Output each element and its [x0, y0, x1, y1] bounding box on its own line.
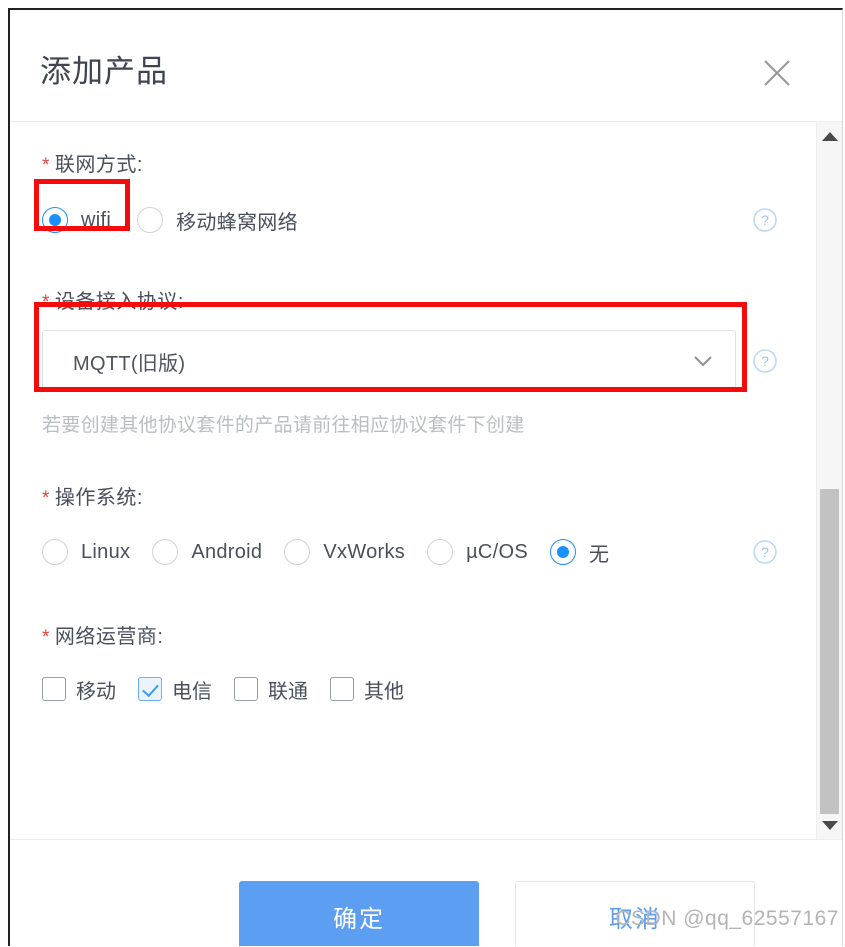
field-label-operating-system: * 操作系统: [42, 487, 143, 509]
caret-down-icon[interactable] [817, 813, 842, 837]
scrollbar-thumb[interactable] [820, 489, 839, 814]
radio-dot-icon [42, 539, 68, 565]
radio-label: wifi [81, 208, 112, 231]
checkbox-label: 其他 [364, 680, 404, 703]
form-scrollbar[interactable] [816, 122, 842, 839]
page-title: 添加产品 [40, 54, 168, 89]
field-label-device-protocol: * 设备接入协议: [42, 291, 184, 313]
checkbox-box-icon [330, 677, 354, 701]
dialog-body: * 联网方式: wifi 移动蜂窝网络 ? * 设备接入协议: MQTT(旧版)… [10, 122, 842, 839]
radio-os-linux[interactable]: Linux [42, 539, 130, 565]
field-operating-system: * 操作系统: Linux Android VxWorks µC/OS 无 ? [10, 481, 816, 582]
checkbox-box-icon [42, 677, 66, 701]
radio-os-vxworks[interactable]: VxWorks [284, 539, 405, 565]
dialog-header: 添加产品 [10, 10, 842, 122]
radio-label: 移动蜂窝网络 [176, 211, 298, 234]
checkbox-group-network-operator: 移动 电信 联通 其他 [10, 661, 816, 717]
add-product-dialog: 添加产品 * 联网方式: wifi 移动蜂窝网络 ? * 设备接入协议: MQT… [8, 8, 843, 946]
svg-text:?: ? [761, 353, 769, 369]
checkbox-operator-telecom[interactable]: 电信 [138, 675, 212, 704]
radio-network-mode-wifi[interactable]: wifi [42, 207, 111, 233]
radio-group-network-mode: wifi 移动蜂窝网络 ? [10, 189, 816, 251]
radio-dot-icon [152, 539, 179, 565]
required-asterisk: * [42, 627, 50, 648]
required-asterisk: * [42, 292, 50, 313]
help-icon-operating-system[interactable]: ? [752, 539, 778, 565]
required-asterisk: * [42, 155, 50, 176]
radio-label: Android [191, 540, 263, 563]
field-device-protocol: * 设备接入协议: MQTT(旧版) ? 若要创建其他协议套件的产品请前往相应协… [10, 285, 816, 437]
select-device-protocol[interactable]: MQTT(旧版) [42, 330, 736, 392]
hint-device-protocol: 若要创建其他协议套件的产品请前往相应协议套件下创建 [42, 415, 525, 436]
radio-label: VxWorks [323, 540, 406, 563]
checkbox-label: 移动 [76, 680, 116, 703]
chevron-down-icon [693, 354, 713, 373]
close-icon[interactable] [760, 56, 794, 90]
checkbox-operator-other[interactable]: 其他 [330, 675, 404, 704]
select-value: MQTT(旧版) [73, 352, 186, 375]
form-content: * 联网方式: wifi 移动蜂窝网络 ? * 设备接入协议: MQTT(旧版)… [10, 122, 816, 839]
radio-dot-icon [42, 207, 68, 233]
radio-dot-icon [427, 539, 454, 565]
watermark: CSDN @qq_62557167 [615, 907, 839, 930]
field-label-network-mode: * 联网方式: [42, 154, 143, 176]
radio-group-operating-system: Linux Android VxWorks µC/OS 无 ? [10, 522, 816, 582]
required-asterisk: * [42, 488, 50, 509]
select-row-device-protocol: MQTT(旧版) ? [10, 330, 816, 392]
confirm-button[interactable]: 确定 [239, 881, 479, 946]
field-label-network-operator: * 网络运营商: [42, 626, 164, 648]
radio-network-mode-cellular[interactable]: 移动蜂窝网络 [137, 206, 298, 235]
radio-dot-icon [550, 539, 577, 565]
checkbox-label: 联通 [268, 680, 308, 703]
radio-dot-icon [137, 207, 164, 233]
radio-label: 无 [589, 543, 610, 566]
checkbox-label: 电信 [172, 680, 212, 703]
radio-os-none[interactable]: 无 [550, 538, 609, 567]
radio-dot-icon [284, 539, 311, 565]
svg-text:?: ? [761, 544, 769, 560]
caret-up-icon[interactable] [817, 124, 842, 148]
help-icon-device-protocol[interactable]: ? [752, 348, 778, 374]
radio-label: µC/OS [466, 540, 529, 563]
radio-os-ucos[interactable]: µC/OS [427, 539, 528, 565]
help-icon-network-mode[interactable]: ? [752, 207, 778, 233]
checkbox-operator-mobile[interactable]: 移动 [42, 675, 116, 704]
radio-label: Linux [81, 540, 131, 563]
checkbox-box-icon [234, 677, 258, 701]
radio-os-android[interactable]: Android [152, 539, 262, 565]
checkbox-box-icon [138, 677, 162, 701]
field-network-mode: * 联网方式: wifi 移动蜂窝网络 ? [10, 148, 816, 251]
svg-text:?: ? [761, 212, 769, 228]
field-network-operator: * 网络运营商: 移动 电信 联通 其他 [10, 620, 816, 717]
checkbox-operator-unicom[interactable]: 联通 [234, 675, 308, 704]
